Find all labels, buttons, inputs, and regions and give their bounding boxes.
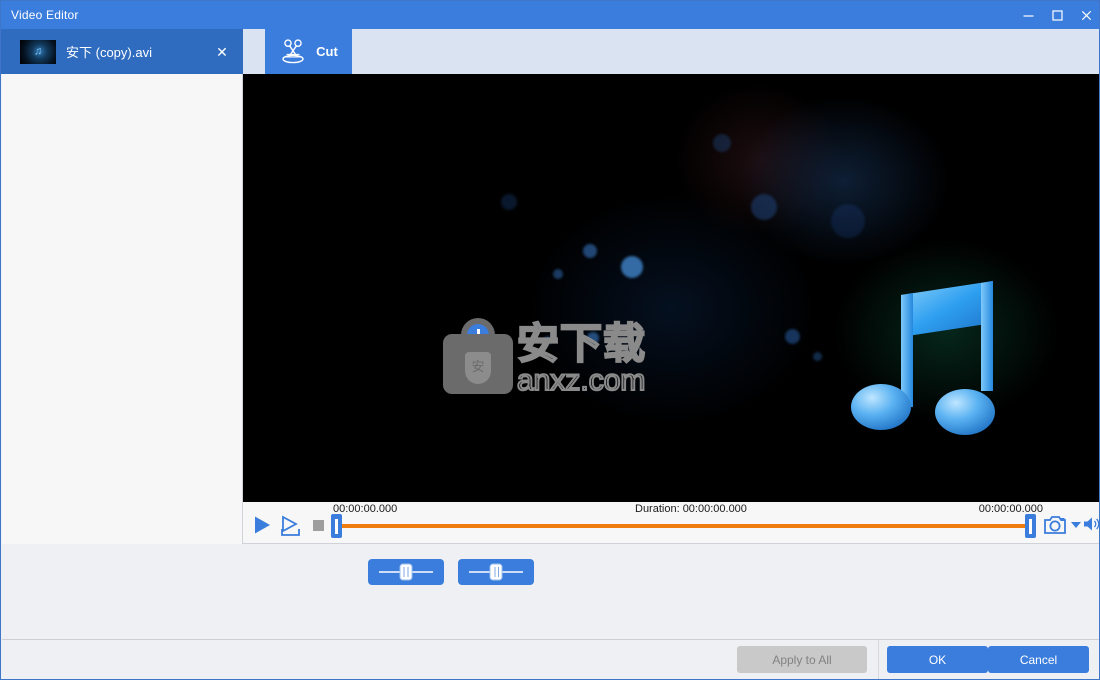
bokeh-dot (501, 194, 517, 210)
apply-to-all-button[interactable]: Apply to All (737, 646, 867, 673)
snapshot-dropdown-chevron-down-icon[interactable] (1071, 522, 1081, 528)
cancel-button[interactable]: Cancel (988, 646, 1089, 673)
edit-controls-panel: Start: 00 :00 :00 .000 End: 00 :00 :00 .… (2, 545, 1099, 639)
window-controls (1014, 1, 1099, 29)
set-end-marker-icon (469, 563, 523, 581)
bokeh-dot (553, 269, 563, 279)
bokeh-dot (831, 204, 865, 238)
video-editor-window: Video Editor ♫ 安下 (copy).avi ✕ Cut 安 安下载… (0, 0, 1100, 680)
play-icon (255, 516, 270, 534)
shopping-bag-icon: 安 (443, 318, 513, 394)
volume-icon (1084, 517, 1099, 531)
bokeh-dot (583, 244, 597, 258)
watermark-chinese: 安下载 (516, 320, 647, 368)
tab-cut-label: Cut (316, 44, 338, 59)
snapshot-button[interactable] (1043, 515, 1067, 535)
ok-button[interactable]: OK (887, 646, 988, 673)
tab-strip: ♫ 安下 (copy).avi ✕ Cut (1, 29, 1099, 74)
set-start-marker-icon (379, 563, 433, 581)
bokeh-dot (813, 352, 822, 361)
bokeh-dot (751, 194, 777, 220)
timeline-duration: Duration: 00:00:00.000 (635, 503, 747, 515)
transport-bar: 00:00:00.000 Duration: 00:00:00.000 00:0… (243, 502, 1099, 544)
scissors-icon (282, 38, 304, 63)
footer-divider (878, 640, 879, 679)
clip-list-panel[interactable] (2, 74, 243, 544)
bokeh-dot (621, 256, 643, 278)
maximize-icon (1052, 9, 1063, 21)
play-selection-button[interactable] (279, 515, 303, 537)
minimize-icon (1023, 14, 1034, 17)
play-button[interactable] (251, 515, 273, 535)
close-button[interactable] (1072, 1, 1099, 29)
bag-shield-glyph: 安 (465, 352, 491, 384)
tab-file-item[interactable]: ♫ 安下 (copy).avi ✕ (1, 29, 243, 74)
stop-icon (312, 519, 324, 531)
file-tab-label: 安下 (copy).avi (66, 45, 152, 60)
minimize-button[interactable] (1014, 1, 1043, 29)
music-note-artwork (851, 281, 995, 435)
timeline-track[interactable] (339, 524, 1029, 528)
play-selection-icon (281, 515, 300, 536)
title-bar: Video Editor (1, 1, 1099, 29)
window-title: Video Editor (11, 8, 79, 22)
timeline-end-handle[interactable] (1025, 514, 1036, 538)
file-thumbnail: ♫ (20, 39, 56, 64)
video-preview[interactable]: 安 安下载 anxz.com (243, 74, 1099, 502)
file-tab-close-icon[interactable]: ✕ (213, 43, 231, 61)
stop-button[interactable] (311, 518, 325, 532)
volume-button[interactable] (1083, 516, 1099, 532)
tab-cut[interactable]: Cut (265, 29, 352, 74)
timeline-start-handle[interactable] (331, 514, 342, 538)
bokeh-dot (713, 134, 731, 152)
maximize-button[interactable] (1043, 1, 1072, 29)
watermark-text: 安下载 anxz.com (516, 320, 647, 397)
camera-icon (1044, 516, 1066, 534)
set-start-marker-button[interactable] (368, 559, 444, 585)
watermark-url: anxz.com (516, 364, 646, 397)
set-end-marker-button[interactable] (458, 559, 534, 585)
music-note-icon: ♫ (33, 45, 43, 57)
close-icon (1081, 10, 1092, 20)
timeline-start-time: 00:00:00.000 (333, 503, 398, 515)
watermark: 安 安下载 anxz.com (443, 289, 683, 397)
bokeh-dot (785, 329, 800, 344)
